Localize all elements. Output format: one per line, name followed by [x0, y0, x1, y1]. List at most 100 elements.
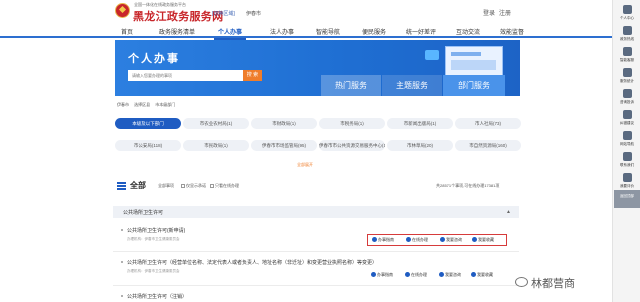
dept-chip[interactable]: 伊春市市公共资源交易服务中心(1): [319, 140, 385, 151]
breadcrumb-county[interactable]: 选择区县: [134, 102, 150, 107]
nav-item-evaluation[interactable]: 统一好差评: [406, 27, 436, 36]
consult-icon: [440, 237, 445, 243]
filter-all-items[interactable]: 全部事项: [158, 183, 174, 189]
current-city: 伊春市: [246, 11, 262, 17]
tab-theme-services[interactable]: 主题服务: [382, 75, 442, 96]
consult-button[interactable]: 我要咨询: [439, 272, 461, 278]
side-item-complaint[interactable]: 咨询投诉: [614, 86, 640, 108]
item-meta: 办理机构：伊春市卫生健康委员会: [127, 237, 180, 241]
side-item-smart-service[interactable]: 智能客服: [614, 44, 640, 66]
bullet-icon: [121, 229, 123, 231]
side-item-contact[interactable]: 联系我们: [614, 149, 640, 171]
dept-chip[interactable]: 市新闻出版局(1): [387, 118, 453, 129]
hero-banner: 个人办事 搜 索 热门服务 主题服务 部门服务: [115, 40, 520, 96]
dept-chip[interactable]: 市自然资源局(160): [455, 140, 521, 151]
user-icon: [622, 5, 632, 14]
dept-chip[interactable]: 市民政局(1): [183, 140, 249, 151]
favorite-button[interactable]: 我要收藏: [472, 237, 494, 243]
nav-item-convenience[interactable]: 便民服务: [362, 27, 386, 36]
side-item-site-nav[interactable]: 网站导航: [614, 128, 640, 150]
favorite-icon: [472, 237, 477, 243]
side-item-evaluate[interactable]: 我要评价: [614, 170, 640, 192]
filter-online[interactable]: 只看在线办理: [210, 183, 239, 189]
guide-icon: [372, 237, 377, 243]
dept-chip[interactable]: 伊春市市场监管局(95): [251, 140, 317, 151]
page: 全国一体化在线政务服务平台 黑龙江政务服务网 [切换区域] 伊春市 登录 注册 …: [0, 0, 612, 302]
national-emblem-icon: [115, 3, 130, 18]
breadcrumb-level[interactable]: 市本级部门: [155, 102, 175, 107]
consult-icon: [439, 272, 444, 278]
breadcrumb-city[interactable]: 伊春市: [117, 102, 129, 107]
expand-all-link[interactable]: 全部展开: [297, 162, 313, 168]
edit-icon: [622, 110, 632, 119]
list-item: 公共场所卫生许可（经营单位名称、法定代表人或者负责人、地址名称（非迁址）和变更营…: [113, 256, 519, 286]
phone-icon: [622, 26, 632, 35]
nav-item-corporate[interactable]: 法人办事: [270, 27, 294, 36]
checkbox[interactable]: [210, 183, 214, 188]
online-apply-button[interactable]: 在线办理: [406, 237, 428, 243]
nav-item-interaction[interactable]: 互动交流: [456, 27, 480, 36]
search-button[interactable]: 搜 索: [243, 70, 262, 81]
all-label: 全部: [130, 181, 146, 190]
items-summary: 共28571个事项,可在线办理17381项: [436, 183, 500, 188]
side-item-hotline[interactable]: 政务热线: [614, 23, 640, 45]
divider: [113, 251, 519, 252]
contact-icon: [622, 152, 632, 161]
online-apply-button[interactable]: 在线办理: [405, 272, 427, 278]
favorite-button[interactable]: 我要收藏: [471, 272, 493, 278]
watermark: 林都营商: [531, 278, 575, 290]
collapse-arrow-icon[interactable]: ▲: [506, 209, 511, 215]
dept-chip[interactable]: 市税务局(1): [319, 118, 385, 129]
nav-item-personal[interactable]: 个人办事: [213, 27, 247, 40]
filter-promise[interactable]: 仅显示承诺: [181, 183, 206, 189]
checkbox[interactable]: [181, 183, 185, 188]
side-item-statistics[interactable]: 服务统计: [614, 65, 640, 87]
dept-chip[interactable]: 市公安局(118): [115, 140, 181, 151]
back-to-top-button[interactable]: 返回顶部: [614, 190, 640, 208]
dept-chip[interactable]: 市林草局(20): [387, 140, 453, 151]
nav-item-service-list[interactable]: 政务服务清单: [159, 27, 195, 36]
bullet-icon: [121, 295, 123, 297]
nav-item-home[interactable]: 首页: [121, 27, 133, 36]
dept-chip[interactable]: 本级及以下部门: [115, 118, 181, 129]
list-item: 公共场所卫生许可（注销）: [113, 290, 519, 302]
tab-department-services[interactable]: 部门服务: [443, 75, 505, 96]
side-item-personal-center[interactable]: 个人中心: [614, 2, 640, 24]
nav-item-smart-guide[interactable]: 智能导航: [316, 27, 340, 36]
guide-button[interactable]: 办事指南: [371, 272, 393, 278]
online-icon: [405, 272, 410, 278]
side-toolbar: 个人中心 政务热线 智能客服 服务统计 咨询投诉 纠错建议 网站导航 联系我们 …: [612, 0, 640, 302]
register-link[interactable]: 注册: [499, 8, 511, 17]
dept-chip[interactable]: 市财政局(1): [251, 118, 317, 129]
sitemap-icon: [622, 131, 632, 140]
dept-chip[interactable]: 市人社局(73): [455, 118, 521, 129]
dept-chip[interactable]: 市农业农村局(1): [183, 118, 249, 129]
department-grid: 本级及以下部门 市农业农村局(1) 市财政局(1) 市税务局(1) 市新闻出版局…: [113, 118, 521, 158]
item-title[interactable]: 公共场所卫生许可（经营单位名称、法定代表人或者负责人、地址名称（非迁址）和变更营…: [127, 259, 377, 266]
filter-online-label: 只看在线办理: [215, 183, 239, 188]
site-title[interactable]: 黑龙江政务服务网: [133, 8, 223, 24]
item-title[interactable]: 公共场所卫生许可(新申请): [127, 227, 185, 234]
chat-icon: [622, 89, 632, 98]
divider: [113, 285, 519, 286]
filter-promise-label: 仅显示承诺: [186, 183, 206, 188]
login-link[interactable]: 登录: [483, 8, 495, 17]
side-item-correction[interactable]: 纠错建议: [614, 107, 640, 129]
nav-item-supervision[interactable]: 效能监督: [500, 27, 524, 36]
consult-button[interactable]: 我要咨询: [440, 237, 462, 243]
category-header[interactable]: 公共场所卫生许可 ▲: [113, 206, 519, 218]
guide-button[interactable]: 办事指南: [372, 237, 394, 243]
site-header: 全国一体化在线政务服务平台 黑龙江政务服务网 [切换区域] 伊春市 登录 注册: [0, 0, 612, 24]
search-input[interactable]: [128, 70, 243, 81]
tab-hot-services[interactable]: 热门服务: [321, 75, 381, 96]
switch-region-link[interactable]: [切换区域]: [212, 10, 235, 17]
online-icon: [406, 237, 411, 243]
category-title: 公共场所卫生许可: [123, 210, 164, 216]
monitor-illustration-icon: [445, 46, 503, 76]
banner-title: 个人办事: [128, 53, 180, 65]
list-icon: [117, 181, 126, 190]
robot-icon: [622, 47, 632, 56]
chart-icon: [622, 68, 632, 77]
item-actions-highlight: 办事指南 在线办理 我要咨询 我要收藏: [367, 234, 507, 246]
item-title[interactable]: 公共场所卫生许可（注销）: [127, 293, 187, 300]
